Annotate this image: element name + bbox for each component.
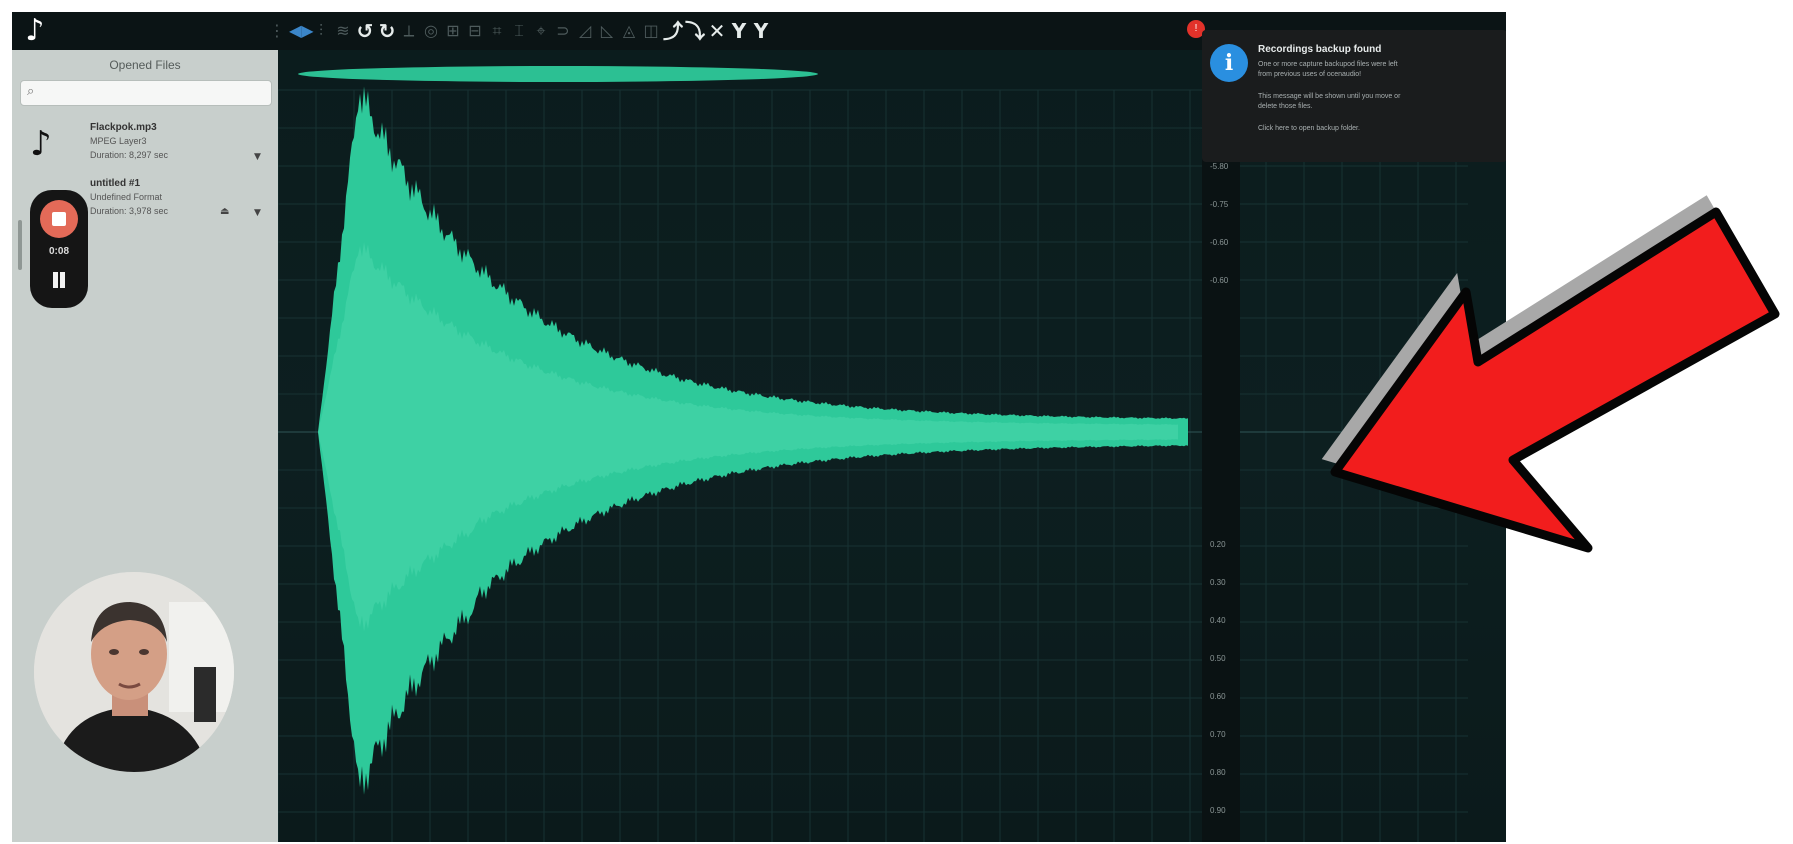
amplitude-tick-label: 0.90 (1210, 806, 1226, 815)
chevron-down-icon[interactable]: ▼ (254, 152, 261, 162)
sidebar-title: Opened Files (109, 58, 181, 72)
toolbar-tool-icon[interactable]: Y (751, 18, 771, 44)
file-duration: Duration: 8,297 sec (90, 150, 169, 160)
file-search-input[interactable]: ⌕ (20, 80, 272, 106)
notification-text: from previous uses of ocenaudio! (1258, 71, 1362, 78)
open-backup-folder-link[interactable]: Click here to open backup folder. (1258, 124, 1498, 134)
amplitude-tick-label: 0.50 (1210, 654, 1226, 663)
pause-recording-button[interactable] (50, 270, 68, 290)
eject-icon[interactable]: ⏏ (220, 206, 229, 217)
notification-text: One or more capture backupod files were … (1258, 61, 1398, 68)
overview-waveform[interactable] (298, 66, 818, 82)
music-note-logo-icon[interactable]: ♪ (18, 14, 52, 48)
toolbar-tool-icon[interactable]: ◫ (641, 18, 661, 44)
toolbar-tool-icon[interactable]: ⟂ (399, 18, 419, 44)
toolbar-tool-icon[interactable]: ⌶ (509, 18, 529, 44)
toolbar-tool-icon[interactable]: ◎ (421, 18, 441, 44)
sidebar-scrollbar[interactable] (18, 220, 22, 270)
backup-notification[interactable]: i Recordings backup found One or more ca… (1202, 30, 1506, 162)
toolbar-tool-icon[interactable]: ⊟ (465, 18, 485, 44)
info-icon: i (1210, 44, 1248, 82)
toolbar-tool-icon[interactable]: ◺ (597, 18, 617, 44)
music-file-icon: ♪ (30, 124, 52, 164)
file-format: MPEG Layer3 (90, 136, 147, 146)
amplitude-tick-label: -0.60 (1210, 238, 1229, 247)
presenter-webcam-bubble (34, 572, 234, 772)
recording-control-widget: 0:08 (30, 190, 88, 308)
notification-text: delete those files. (1258, 103, 1313, 110)
waveform-canvas[interactable] (277, 50, 1506, 842)
file-format: Undefined Format (90, 192, 163, 202)
amplitude-tick-label: 0.30 (1210, 578, 1226, 587)
toolbar-tool-icon[interactable]: ⌗ (487, 18, 507, 44)
file-duration: Duration: 3,978 sec (90, 206, 169, 216)
toolbar-tool-icon[interactable]: ⫶ (311, 18, 331, 44)
chevron-down-icon[interactable]: ▼ (254, 208, 261, 218)
edit-tools-group: ⋮ ◀▶ ⫶ ≋ ↺ ↻ ⟂ ◎ ⊞ ⊟ ⌗ ⌶ ⌖ ⊃ ◿ ◺ ◬ ◫ ⤴ ⤵ ✕ Y Y (267, 18, 771, 44)
notification-text: This message will be shown until you mov… (1258, 93, 1401, 100)
amplitude-tick-label: 0.60 (1210, 692, 1226, 701)
recording-elapsed-time: 0:08 (48, 246, 69, 257)
toolbar-tool-icon[interactable]: ⤴ (663, 18, 683, 44)
amplitude-tick-label: -0.60 (1210, 276, 1229, 285)
amplitude-tick-label: 0.20 (1210, 540, 1226, 549)
amplitude-tick-label: -0.75 (1210, 200, 1229, 209)
toolbar-tool-icon[interactable]: ⤵ (685, 18, 705, 44)
waveform-view[interactable] (277, 50, 1506, 842)
amplitude-tick-label: 0.40 (1210, 616, 1226, 625)
toolbar-tool-icon[interactable]: ⌖ (531, 18, 551, 44)
amplitude-tick-label: -5.80 (1210, 162, 1229, 171)
toolbar-tool-icon[interactable]: ◬ (619, 18, 639, 44)
file-name: Flackpok.mp3 (90, 122, 157, 133)
toolbar-tool-icon[interactable]: ◿ (575, 18, 595, 44)
toolbar-tool-icon[interactable]: ⊃ (553, 18, 573, 44)
presenter-avatar (34, 572, 234, 772)
toolbar-tool-icon[interactable]: ⊞ (443, 18, 463, 44)
audio-editor-window: ♪ ⋮ ◀▶ ⫶ ≋ ↺ ↻ ⟂ ◎ ⊞ ⊟ ⌗ ⌶ ⌖ ⊃ ◿ ◺ ◬ ◫ ⤴ ⤵ ✕ Y Y ! Opened File… (12, 12, 1506, 842)
opened-files-sidebar: Opened Files ⌕ ♪ Flackpok.mp3 MPEG Layer… (12, 50, 278, 842)
search-icon: ⌕ (27, 84, 35, 99)
toolbar-tool-icon[interactable]: ✕ (707, 18, 727, 44)
toolbar-tool-icon[interactable]: Y (729, 18, 749, 44)
toolbar-tool-icon[interactable]: ⋮ (267, 18, 287, 44)
stop-recording-button[interactable] (40, 200, 78, 238)
toolbar-tool-icon[interactable]: ↺ (355, 18, 375, 44)
toolbar-tool-icon[interactable]: ≋ (333, 18, 353, 44)
amplitude-tick-label: 0.70 (1210, 730, 1226, 739)
toolbar-tool-icon[interactable]: ◀▶ (289, 18, 314, 44)
file-item-1[interactable]: ♪ Flackpok.mp3 MPEG Layer3 Duration: 8,2… (12, 122, 278, 186)
toolbar-tool-icon[interactable]: ↻ (377, 18, 397, 44)
amplitude-tick-label: 0.80 (1210, 768, 1226, 777)
file-name: untitled #1 (90, 178, 141, 189)
notification-title: Recordings backup found (1258, 44, 1382, 55)
